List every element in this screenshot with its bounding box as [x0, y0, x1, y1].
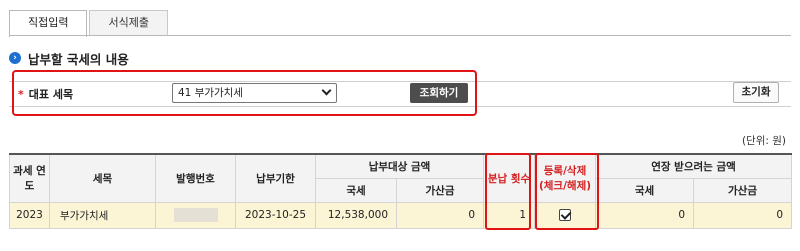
tab-divider — [9, 35, 791, 36]
cell-ext-additional-tax: 0 — [693, 201, 792, 229]
table-row: 2023 부가가치세 2023-10-25 12,538,000 0 1 0 0 — [9, 201, 792, 229]
tab-bar: 직접입력 서식제출 — [9, 10, 170, 37]
header-additional-tax: 가산금 — [396, 177, 484, 203]
unit-label: (단위: 원) — [741, 135, 786, 147]
header-ext-additional-tax: 가산금 — [693, 177, 792, 203]
header-target-amount: 납부대상 금액 — [315, 153, 484, 179]
cell-additional-tax: 0 — [396, 201, 484, 229]
header-ext-national-tax: 국세 — [595, 177, 694, 203]
cell-issue-no — [155, 201, 236, 229]
header-installments: 분납 횟수 — [483, 153, 535, 203]
section-title-text: 납부할 국세의 내용 — [28, 51, 129, 67]
tab-form-submit[interactable]: 서식제출 — [89, 10, 168, 36]
cell-national-tax: 12,538,000 — [315, 201, 397, 229]
cell-ext-national-tax: 0 — [595, 201, 694, 229]
cell-tax-item: 부가가치세 — [49, 201, 156, 229]
search-highlight-box — [12, 70, 477, 116]
header-extension-amount: 연장 받으려는 금액 — [595, 153, 792, 179]
header-due-date: 납부기한 — [235, 153, 316, 203]
reset-button[interactable]: 초기화 — [733, 82, 779, 103]
arrow-circle-icon: › — [9, 52, 21, 64]
cell-installments: 1 — [483, 201, 535, 229]
header-register-delete: 등록/삭제 (체크/해제) — [534, 153, 596, 203]
header-year: 과세 연도 — [9, 153, 50, 203]
header-tax-item: 세목 — [49, 153, 156, 203]
cell-due-date: 2023-10-25 — [235, 201, 316, 229]
cell-year: 2023 — [9, 201, 50, 229]
section-title: › 납부할 국세의 내용 — [9, 50, 129, 67]
register-checkbox[interactable] — [559, 209, 571, 221]
masked-issue-number — [173, 208, 218, 222]
header-issue-no: 발행번호 — [155, 153, 236, 203]
header-national-tax: 국세 — [315, 177, 397, 203]
tax-table: 과세 연도 세목 발행번호 납부기한 납부대상 금액 분납 횟수 등록/삭제 (… — [9, 153, 792, 229]
tab-direct-input[interactable]: 직접입력 — [9, 10, 88, 37]
cell-register-delete — [534, 201, 596, 229]
